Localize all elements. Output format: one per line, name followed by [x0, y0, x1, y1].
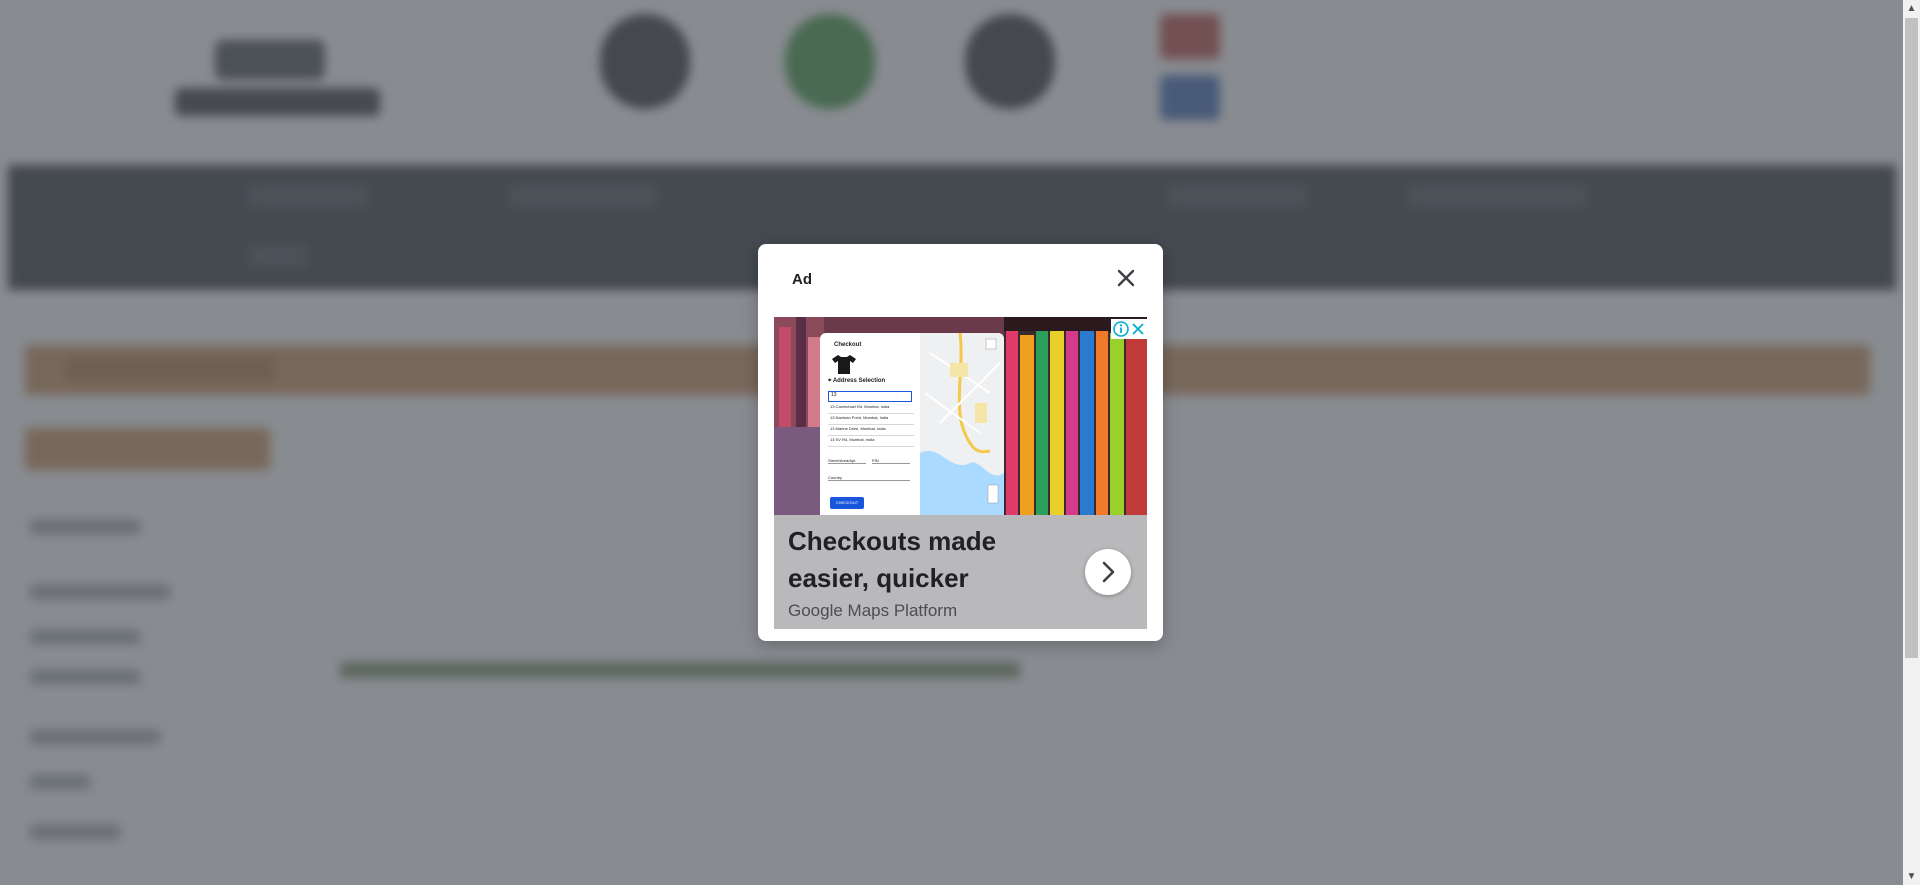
- close-icon[interactable]: [1129, 319, 1147, 339]
- mock-field: Country: [828, 475, 910, 481]
- mock-section: Address Selection: [832, 378, 886, 384]
- ad-advertiser[interactable]: Google Maps Platform: [788, 601, 957, 621]
- ad-image[interactable]: Checkout ⌖ Address Selection 13 13 Carmi…: [774, 317, 1147, 515]
- mock-suggestion: 13 Nariman Point, Mumbai, India: [830, 415, 889, 420]
- ad-cta-button[interactable]: [1085, 549, 1131, 595]
- page-scrollbar[interactable]: ▲ ▼: [1903, 0, 1920, 885]
- ad-text-area[interactable]: Checkouts made easier, quicker Google Ma…: [774, 515, 1147, 629]
- mock-field: Street/Area/Apt: [828, 458, 866, 464]
- map-mock: [920, 333, 1004, 515]
- ad-creative[interactable]: Checkout ⌖ Address Selection 13 13 Carmi…: [774, 317, 1147, 629]
- scroll-up-arrow-icon[interactable]: ▲: [1903, 0, 1920, 17]
- ad-dialog: Ad Checkout ⌖ Address Selection 13 13 Ca…: [758, 244, 1163, 641]
- mock-suggestion: 13 Marine Drive, Mumbai, India: [830, 426, 886, 431]
- chevron-right-icon: [1102, 561, 1115, 583]
- close-icon[interactable]: [1110, 262, 1142, 294]
- mock-suggestion: 13 SV Rd, Mumbai, India: [830, 437, 875, 442]
- mock-suggestion: 13 Carmichael Rd, Mumbai, India: [830, 404, 890, 409]
- checkout-mock: Checkout ⌖ Address Selection 13 13 Carmi…: [820, 333, 920, 515]
- ad-headline[interactable]: Checkouts made easier, quicker: [788, 523, 1078, 597]
- mock-field: PIN: [872, 458, 910, 464]
- mock-input: 13: [828, 391, 912, 402]
- info-icon[interactable]: [1111, 319, 1131, 339]
- mock-checkout-button: CHECKOUT: [830, 497, 864, 509]
- dialog-title: Ad: [792, 271, 812, 288]
- scrollbar-thumb[interactable]: [1905, 18, 1918, 658]
- scroll-down-arrow-icon[interactable]: ▼: [1903, 868, 1920, 885]
- tshirt-icon: [832, 355, 856, 374]
- pin-icon: ⌖: [828, 378, 832, 384]
- mock-title: Checkout: [834, 342, 862, 348]
